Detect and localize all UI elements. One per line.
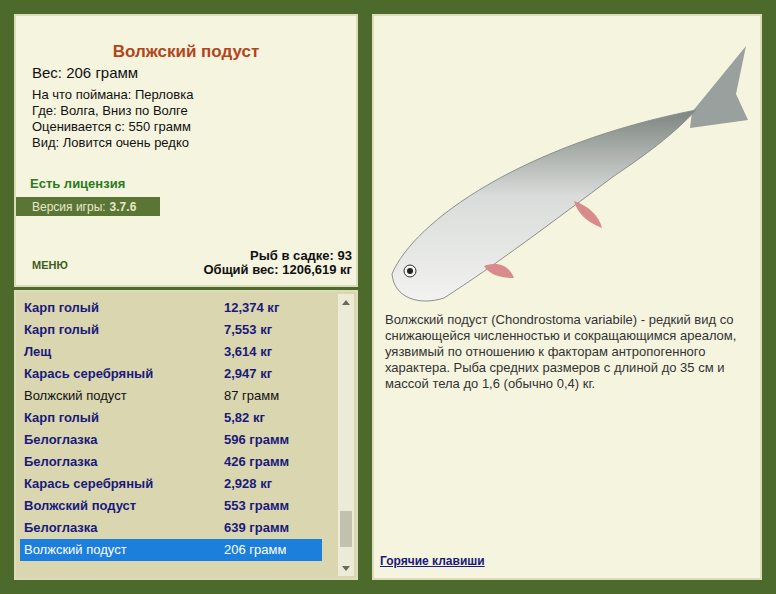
fish-weight: 12,374 кг: [224, 298, 279, 318]
fish-title: Волжский подуст: [16, 42, 356, 62]
version-bar: Версия игры:3.7.6: [16, 197, 160, 216]
info-line: На что поймана: Перловка: [32, 87, 356, 103]
version-number: 3.7.6: [110, 198, 137, 216]
fish-weight: 2,947 кг: [224, 364, 272, 384]
fish-name: Белоглазка: [24, 430, 224, 450]
fish-weight: 7,553 кг: [224, 320, 272, 340]
fish-card: Волжский подуст Вес: 206 грамм На что пойм…: [14, 14, 358, 287]
fish-info: На что поймана: ПерловкаГде: Волга, Вниз…: [16, 87, 356, 151]
fish-description: Волжский подуст (Chondrostoma variabile)…: [374, 312, 760, 392]
fish-image: [374, 16, 760, 306]
catch-row[interactable]: Карась серебряный2,928 кг: [20, 473, 322, 495]
info-line: Вид: Ловится очень редко: [32, 135, 356, 151]
hotkeys-link[interactable]: Горячие клавиши: [380, 554, 485, 568]
scroll-up-button[interactable]: [338, 294, 354, 310]
fish-detail-panel: Волжский подуст (Chondrostoma variabile)…: [372, 14, 762, 580]
catch-row[interactable]: Волжский подуст553 грамм: [20, 495, 322, 517]
total-weight: Общий вес: 1206,619 кг: [203, 263, 352, 277]
fish-name: Карп голый: [24, 320, 224, 340]
arrow-up-icon: [342, 300, 350, 305]
scroll-down-button[interactable]: [338, 560, 354, 576]
keepnet-stats: Рыб в садке: 93Общий вес: 1206,619 кг: [203, 249, 352, 277]
fish-weight: 3,614 кг: [224, 342, 272, 362]
card-footer: МЕНЮ Рыб в садке: 93Общий вес: 1206,619 к…: [16, 249, 356, 277]
fish-name: Карп голый: [24, 298, 224, 318]
catch-row[interactable]: Белоглазка426 грамм: [20, 451, 322, 473]
fish-name: Лещ: [24, 342, 224, 362]
catch-row[interactable]: Лещ3,614 кг: [20, 341, 322, 363]
left-column: Волжский подуст Вес: 206 грамм На что пойм…: [14, 14, 358, 580]
fish-count: Рыб в садке: 93: [250, 249, 352, 263]
catch-list-panel: Карп голый12,374 кгКарп голый7,553 кгЛещ…: [14, 290, 358, 580]
menu-button[interactable]: МЕНЮ: [32, 257, 68, 274]
fish-weight: 553 грамм: [224, 496, 289, 516]
fish-name: Волжский подуст: [24, 386, 224, 406]
scroll-track: [338, 310, 354, 560]
info-line: Где: Волга, Вниз по Волге: [32, 103, 356, 119]
fish-weight: 206 грамм: [224, 540, 286, 560]
license-label: Есть лицензия: [16, 176, 356, 192]
catch-row[interactable]: Карп голый12,374 кг: [20, 297, 322, 319]
fish-name: Белоглазка: [24, 518, 224, 538]
fish-name: Карась серебряный: [24, 474, 224, 494]
fish-weight: 5,82 кг: [224, 408, 265, 428]
catch-row[interactable]: Карась серебряный2,947 кг: [20, 363, 322, 385]
fish-weight-label: Вес: 206 грамм: [16, 64, 356, 82]
catch-list: Карп голый12,374 кгКарп голый7,553 кгЛещ…: [16, 292, 338, 578]
catch-row[interactable]: Волжский подуст206 грамм: [20, 539, 322, 561]
catch-row[interactable]: Белоглазка639 грамм: [20, 517, 322, 539]
arrow-down-icon: [342, 566, 350, 571]
fish-name: Карась серебряный: [24, 364, 224, 384]
fish-name: Волжский подуст: [24, 540, 224, 560]
version-label: Версия игры:: [32, 198, 106, 216]
catch-row[interactable]: Карп голый5,82 кг: [20, 407, 322, 429]
fish-name: Карп голый: [24, 408, 224, 428]
scroll-thumb[interactable]: [340, 511, 352, 547]
fish-weight: 596 грамм: [224, 430, 289, 450]
fish-info-screen: Волжский подуст Вес: 206 грамм На что пойм…: [0, 0, 776, 594]
catch-row[interactable]: Волжский подуст87 грамм: [20, 385, 322, 407]
fish-weight: 426 грамм: [224, 452, 289, 472]
scrollbar[interactable]: [338, 294, 354, 576]
catch-row[interactable]: Белоглазка596 грамм: [20, 429, 322, 451]
fish-weight: 2,928 кг: [224, 474, 272, 494]
fish-weight: 87 грамм: [224, 386, 279, 406]
fish-name: Белоглазка: [24, 452, 224, 472]
fish-weight: 639 грамм: [224, 518, 289, 538]
catch-row[interactable]: Карп голый7,553 кг: [20, 319, 322, 341]
info-line: Оценивается с: 550 грамм: [32, 119, 356, 135]
fish-name: Волжский подуст: [24, 496, 224, 516]
